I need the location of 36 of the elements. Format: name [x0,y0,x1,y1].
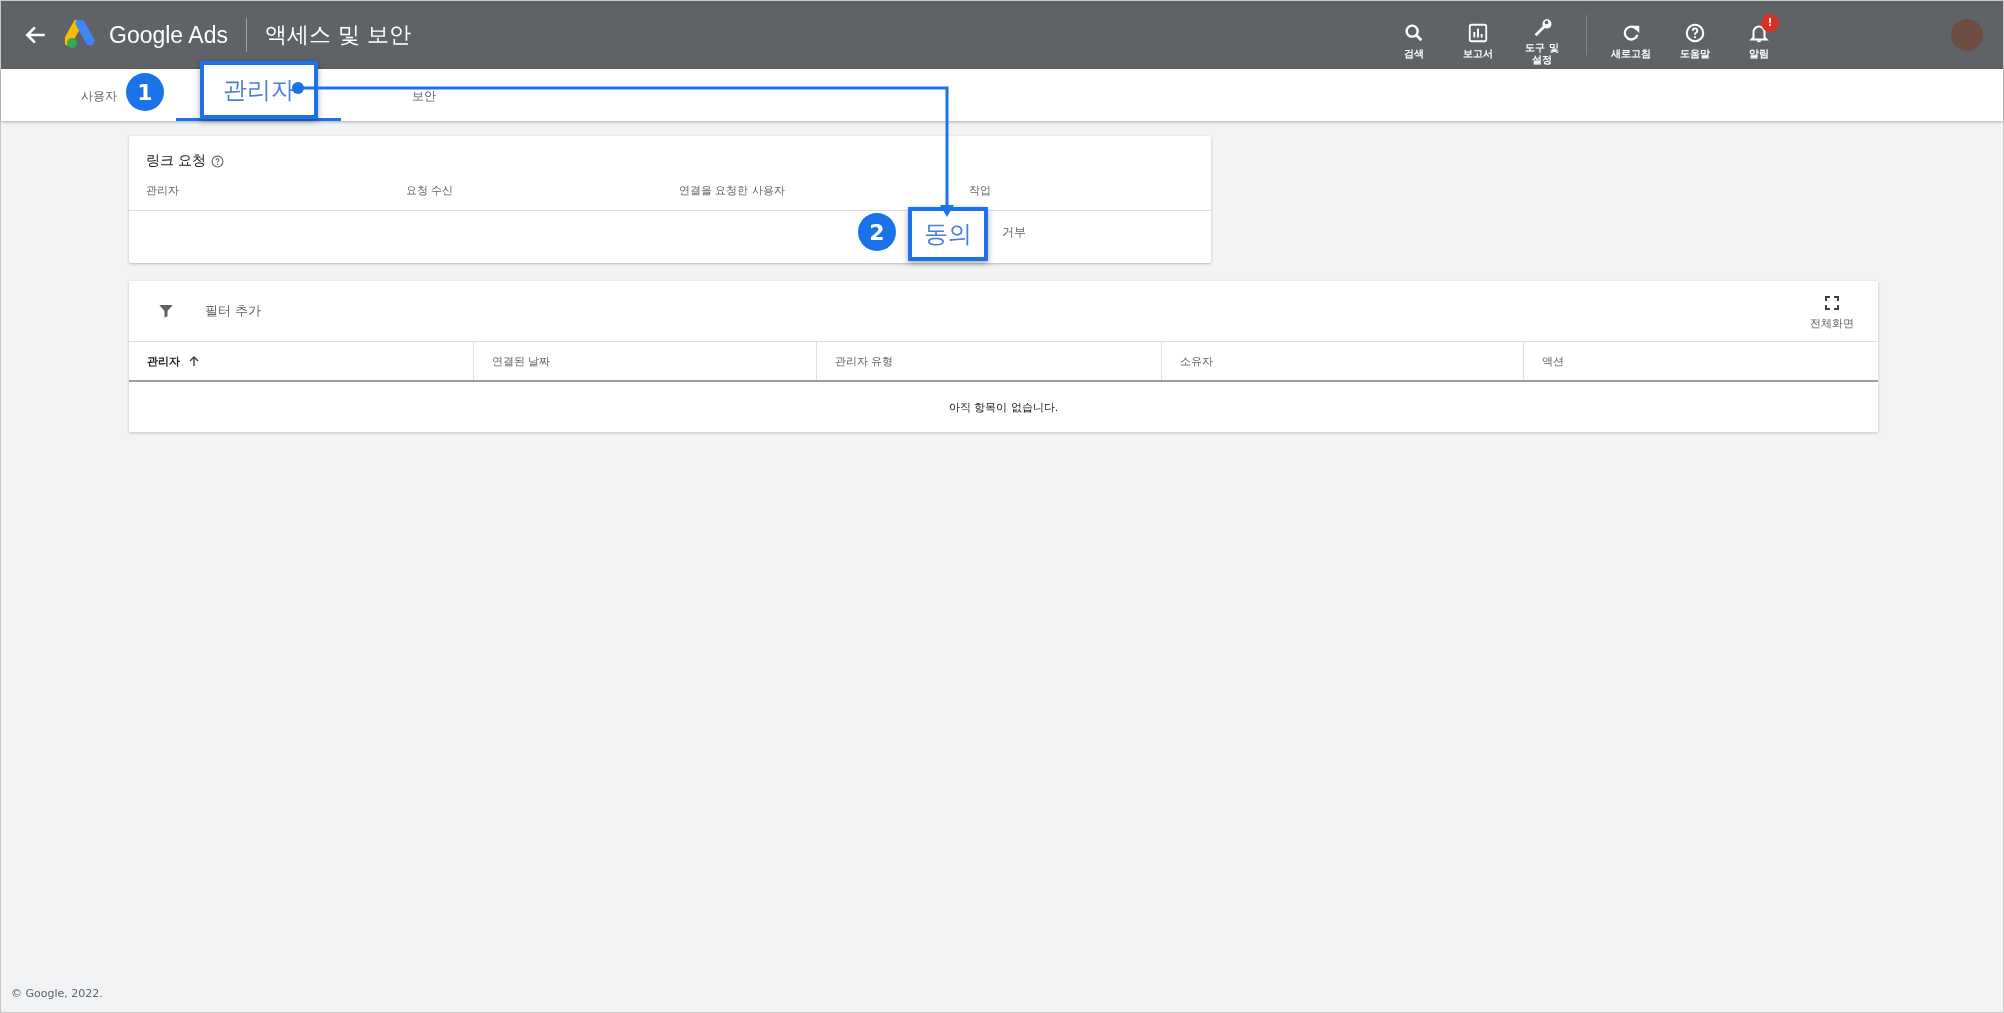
column-header[interactable]: 연결된 날짜 [492,353,551,369]
toolbar-button[interactable]: 도움말 [1667,10,1723,60]
reject-button[interactable]: 거부 [1002,223,1026,241]
help-icon [1684,22,1706,44]
add-filter-button[interactable]: 필터 추가 [205,302,262,320]
product-name: Google Ads [109,21,228,49]
filter-icon[interactable] [157,302,175,320]
card-title: 링크 요청 [146,152,207,170]
toolbar-button[interactable]: 보고서 [1450,10,1506,60]
step-number-badge: 2 [858,213,896,251]
fullscreen-icon [1825,295,1839,310]
column-header[interactable]: 소유자 [1180,353,1213,369]
help-icon[interactable] [211,154,225,168]
column-header[interactable]: 관리자 [147,353,180,369]
bar-chart-icon [1467,22,1489,44]
sort-ascending-icon[interactable] [188,355,200,367]
tab[interactable]: 관리자 [199,60,318,119]
toolbar-button[interactable]: 알림 ! [1731,10,1787,60]
fullscreen-button[interactable]: 전체화면 [1810,295,1854,331]
column-header: 연결을 요청한 사용자 [679,182,786,199]
copyright-text: © Google, 2022. [11,987,103,1000]
agree-button[interactable]: 동의 [908,207,988,261]
column-header: 관리자 [146,182,180,199]
column-header: 작업 [968,182,992,199]
column-header: 요청 수신 [406,182,455,199]
step-number-badge: 1 [126,73,164,111]
toolbar-button[interactable]: 검색 [1386,10,1442,60]
search-icon [1403,22,1425,44]
empty-message: 아직 항목이 없습니다. [947,399,1060,416]
toolbar-button[interactable]: 새로고침 [1603,10,1659,60]
notification-badge: ! [1761,14,1779,32]
tab[interactable]: 보안 [341,69,506,121]
column-header[interactable]: 관리자 유형 [835,353,894,369]
column-header[interactable]: 액션 [1542,353,1564,369]
toolbar-button[interactable]: 도구 및 설정 [1514,4,1570,66]
page-title: 액세스 및 보안 [264,21,411,49]
